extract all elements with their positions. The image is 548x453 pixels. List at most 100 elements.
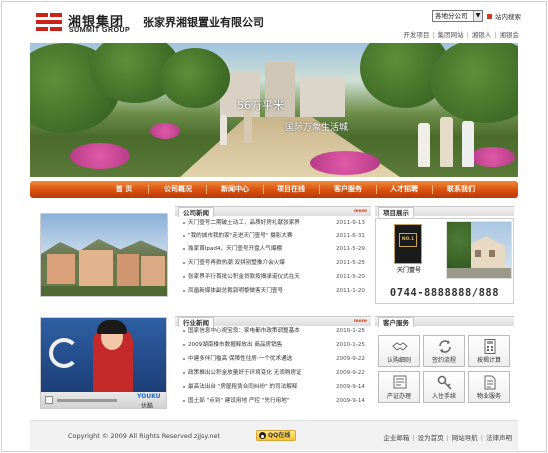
copyright-text: Copyright © 2009 All Rights Reserved zjj… xyxy=(68,432,221,440)
footer-link-sitemap[interactable]: 网站导航 xyxy=(452,434,478,442)
project-logo-name: 天门壹号 xyxy=(396,267,421,274)
list-item[interactable]: 政策推出公积金放量好于环境变化 无须购房证 2009-9-22 xyxy=(183,369,366,378)
footer-link-homepage[interactable]: 设为首页 xyxy=(418,434,444,442)
list-item[interactable]: 中建多伴门槛高 保障性住房·一个优术通选 2009-9-22 xyxy=(183,355,366,364)
hotline-number: 0744-8888888/888 xyxy=(389,287,500,299)
news-date: 2009-9-22 xyxy=(336,356,365,362)
company-news-list: 天门壹号二期破土动工，品质好房礼献张家界 2011-9-13 "我的城市我的家"走… xyxy=(183,219,366,299)
nav-service[interactable]: 客户服务 xyxy=(324,181,372,198)
list-item[interactable]: 国土部 "点到" 建设用地 严控 "先行用地" 2009-9-14 xyxy=(183,397,366,406)
top-link-people[interactable]: 湘银人 xyxy=(472,31,492,39)
news-date: 2011-5-25 xyxy=(336,260,365,266)
top-link-projects[interactable]: 开发项目 xyxy=(403,31,429,39)
customer-service-title[interactable]: 客户服务 xyxy=(378,317,414,327)
logo-english: SUMMIT GROUP xyxy=(69,27,131,34)
service-label: 签约流程 xyxy=(431,357,456,364)
top-link-club[interactable]: 湘银会 xyxy=(500,31,520,39)
banner-subline: 国际万象生活城 xyxy=(285,123,349,133)
certificate-icon xyxy=(393,375,407,389)
nav-news[interactable]: 新闻中心 xyxy=(211,181,259,198)
list-item[interactable]: 凤凰新媒体副总裁郭明黎做客天门壹号 2011-1-20 xyxy=(183,287,366,296)
company-news-more[interactable]: more xyxy=(354,209,367,214)
company-name: 张家界湘银置业有限公司 xyxy=(143,16,264,29)
news-title: 张家界平行首批公积金贷款按揭承诺仪式在天 xyxy=(188,274,300,280)
customer-service-header: 客户服务 xyxy=(375,316,514,327)
footer-link-legal[interactable]: 法律声明 xyxy=(486,434,512,442)
logo-mark-icon xyxy=(34,11,64,35)
company-news-photo[interactable] xyxy=(40,213,168,297)
play-button-icon[interactable] xyxy=(45,396,53,404)
service-label: 入住手续 xyxy=(431,393,456,400)
nav-about[interactable]: 公司概况 xyxy=(154,181,202,198)
list-item[interactable]: 天门壹号二期破土动工，品质好房礼献张家界 2011-9-13 xyxy=(183,219,366,228)
service-label: 产证办理 xyxy=(386,393,411,400)
news-date: 2010-1-25 xyxy=(336,342,365,348)
news-date: 2011-6-31 xyxy=(336,233,365,239)
list-item[interactable]: "我的城市我的家"走进天门壹号" 摄影大赛 2011-6-31 xyxy=(183,232,366,241)
footer: Copyright © 2009 All Rights Reserved zjj… xyxy=(30,420,518,450)
calculator-icon xyxy=(484,339,496,354)
nav-projects[interactable]: 项目在线 xyxy=(267,181,315,198)
news-date: 2010-1-25 xyxy=(336,328,365,334)
news-date: 2011-1-20 xyxy=(336,288,365,294)
news-date: 2009-9-14 xyxy=(336,398,365,404)
service-property[interactable]: 物业服务 xyxy=(468,371,510,403)
service-label: 物业服务 xyxy=(476,393,501,400)
nav-home[interactable]: 首 页 xyxy=(104,181,144,198)
news-title: 政策推出公积金放量好于环境变化 无须购房证 xyxy=(188,370,302,376)
logo[interactable]: 湘银集团 SUMMIT GROUP xyxy=(34,11,134,37)
qq-online-button[interactable]: QQ在线 xyxy=(256,430,296,441)
service-certificate[interactable]: 产证办理 xyxy=(378,371,420,403)
list-item[interactable]: 2009湖南楼市数据释放出 商品房销售 2010-1-25 xyxy=(183,341,366,350)
nav-contact[interactable]: 联系我们 xyxy=(437,181,485,198)
news-date: 2011-5-29 xyxy=(336,246,365,252)
news-date: 2009-9-22 xyxy=(336,370,365,376)
news-date: 2011-9-13 xyxy=(336,220,365,226)
seek-bar[interactable] xyxy=(57,399,117,402)
document-icon xyxy=(484,375,496,390)
nav-jobs[interactable]: 人才招聘 xyxy=(380,181,428,198)
play-overlay-icon xyxy=(49,338,79,368)
project-photo[interactable] xyxy=(446,221,512,279)
project-logo-badge[interactable]: NO.1 xyxy=(394,224,422,264)
list-item[interactable]: 张家界平行首批公积金贷款按揭承诺仪式在天 2011-5-20 xyxy=(183,273,366,282)
service-purchase-rules[interactable]: 认购细则 xyxy=(378,335,420,367)
news-title: 2009湖南楼市数据释放出 商品房销售 xyxy=(188,342,283,348)
list-item[interactable]: 天门壹号再掀热潮 双拼别墅推介会火爆 2011-5-25 xyxy=(183,259,366,268)
news-title: 独家首Ipad4，天门壹号开盘人气爆棚 xyxy=(188,246,283,252)
service-mortgage-calc[interactable]: 按揭计算 xyxy=(468,335,510,367)
service-label: 按揭计算 xyxy=(476,357,501,364)
branch-select[interactable]: 各地分公司 ▼ xyxy=(432,10,483,22)
company-news-title[interactable]: 公司新闻 xyxy=(178,207,214,217)
news-title: 国土部 "点到" 建设用地 严控 "先行用地" xyxy=(188,398,290,404)
banner-headline: 56万平米 xyxy=(237,99,284,112)
news-title: 国家信息中心祝宝良：家电都市政策调整基本 xyxy=(188,328,300,334)
hero-banner: 56万平米 国际万象生活城 xyxy=(30,43,518,177)
qq-online-label: QQ在线 xyxy=(268,432,291,439)
news-title: 最高法出台 "房屋租赁合同纠纷" 的司法解释 xyxy=(188,384,298,390)
top-link-group-site[interactable]: 集团网站 xyxy=(438,31,464,39)
news-title: "我的城市我的家"走进天门壹号" 摄影大赛 xyxy=(188,233,293,239)
handshake-icon xyxy=(392,342,408,351)
footer-links: 企业邮箱 | 设为首页 | 网站导航 | 法律声明 xyxy=(383,434,512,442)
service-move-in[interactable]: 入住手续 xyxy=(423,371,465,403)
footer-link-email[interactable]: 企业邮箱 xyxy=(383,434,409,442)
list-item[interactable]: 最高法出台 "房屋租赁合同纠纷" 的司法解释 2009-9-14 xyxy=(183,383,366,392)
industry-news-header: 行业新闻 more xyxy=(175,316,371,327)
list-item[interactable]: 独家首Ipad4，天门壹号开盘人气爆棚 2011-5-29 xyxy=(183,245,366,254)
qq-icon xyxy=(259,432,266,439)
video-player[interactable]: YOUKU 优酷 xyxy=(40,317,167,409)
youku-brand: YOUKU xyxy=(137,393,161,400)
project-logo-no: NO.1 xyxy=(399,233,417,247)
industry-news-list: 国家信息中心祝宝良：家电都市政策调整基本 2010-1-25 2009湖南楼市数据… xyxy=(183,327,366,407)
service-signing-process[interactable]: 签约流程 xyxy=(423,335,465,367)
site-search-label: 站内搜索 xyxy=(495,13,521,21)
service-label: 认购细则 xyxy=(386,357,411,364)
news-title: 天门壹号二期破土动工，品质好房礼献张家界 xyxy=(188,220,300,226)
site-search-link[interactable]: 站内搜索 xyxy=(487,11,521,21)
industry-news-title[interactable]: 行业新闻 xyxy=(178,317,214,327)
industry-news-more[interactable]: more xyxy=(354,319,367,324)
list-item[interactable]: 国家信息中心祝宝良：家电都市政策调整基本 2010-1-25 xyxy=(183,327,366,336)
project-display-title[interactable]: 项目展示 xyxy=(378,207,414,217)
project-display-header: 项目展示 xyxy=(375,206,514,217)
